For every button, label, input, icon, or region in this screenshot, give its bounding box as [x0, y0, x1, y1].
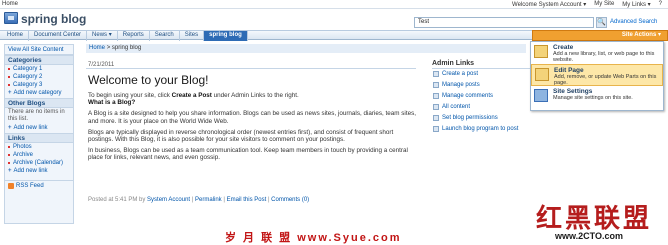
top-nav-tabs: Home Document Center News ▾ Reports Sear… [2, 31, 248, 41]
post-paragraph: A Blog is a site designed to help you sh… [88, 110, 416, 125]
comments-link[interactable]: Comments (0) [271, 197, 309, 203]
admin-link-label: All content [442, 104, 471, 110]
site-logo-icon [4, 12, 18, 24]
menu-item-create[interactable]: Create Add a new library, list, or web p… [531, 42, 663, 64]
intro-text-end: under Admin Links to the right. [211, 92, 299, 99]
welcome-menu[interactable]: Welcome System Account ▾ [512, 1, 586, 8]
edit-page-icon [535, 68, 549, 81]
menu-item-edit-page[interactable]: Edit Page Add, remove, or update Web Par… [531, 64, 663, 86]
tab-reports[interactable]: Reports [118, 31, 150, 41]
watermark-bottom: 岁 月 联 盟 www.Syue.com [225, 232, 402, 244]
add-category-link[interactable]: + Add new category [5, 89, 73, 98]
admin-link-label: Set blog permissions [442, 115, 498, 121]
post-title[interactable]: Welcome to your Blog! [88, 73, 209, 87]
comment-icon [433, 93, 439, 99]
links-header[interactable]: Links [5, 133, 73, 143]
post-divider [86, 68, 416, 69]
author-link[interactable]: System Account [147, 197, 190, 203]
tab-news[interactable]: News ▾ [87, 31, 118, 41]
menu-item-site-settings[interactable]: Site Settings Manage site settings on th… [531, 86, 663, 108]
post-intro: To begin using your site, click Create a… [88, 92, 418, 106]
add-link-link-2[interactable]: + Add new link [5, 167, 73, 176]
content-icon [433, 104, 439, 110]
my-links-menu[interactable]: My Links ▾ [622, 1, 650, 8]
add-icon: + [8, 168, 12, 174]
menu-item-title: Site Settings [553, 88, 593, 95]
permalink-link[interactable]: Permalink [195, 197, 222, 203]
menu-item-title: Edit Page [554, 67, 584, 74]
add-icon: + [8, 125, 12, 131]
categories-header[interactable]: Categories [5, 55, 73, 65]
tab-search[interactable]: Search [150, 31, 180, 41]
permissions-icon [433, 115, 439, 121]
post-paragraph: Blogs are typically displayed in reverse… [88, 128, 394, 144]
admin-link-launch-program[interactable]: Launch blog program to post [432, 124, 572, 135]
links-item[interactable]: Photos [5, 143, 73, 151]
post-subheading: What is a Blog? [88, 99, 136, 107]
tab-document-center[interactable]: Document Center [29, 31, 88, 41]
advanced-search-link[interactable]: Advanced Search [610, 19, 657, 25]
top-right-links: Welcome System Account ▾ My Site My Link… [512, 1, 662, 8]
post-footer: Posted at 5:41 PM by System Account | Pe… [88, 197, 310, 203]
posted-at: Posted at 5:41 PM by [88, 197, 148, 203]
email-post-link[interactable]: Email this Post [227, 197, 267, 203]
site-title[interactable]: spring blog [21, 12, 86, 26]
quick-launch: View All Site Content Categories Categor… [4, 44, 74, 224]
breadcrumb-current: spring blog [111, 45, 142, 51]
rss-feed-link[interactable]: RSS Feed [5, 180, 73, 191]
my-site-link[interactable]: My Site [594, 1, 614, 8]
rss-label: RSS Feed [16, 183, 44, 189]
breadcrumb: Home > spring blog [86, 44, 526, 53]
links-item[interactable]: Archive (Calendar) [5, 159, 73, 167]
category-item[interactable]: Category 1 [5, 65, 73, 73]
watermark-url: www.2CTO.com [555, 231, 624, 241]
tab-home[interactable]: Home [2, 31, 30, 41]
view-all-site-content-link[interactable]: View All Site Content [5, 45, 73, 55]
tab-spring-blog[interactable]: spring blog [204, 31, 248, 41]
site-actions-button[interactable]: Site Actions ▾ [532, 30, 668, 41]
intro-bold: Create a Post [171, 92, 212, 99]
add-link-label: Add new link [13, 168, 48, 174]
category-item[interactable]: Category 2 [5, 73, 73, 81]
tab-sites[interactable]: Sites [180, 31, 205, 41]
site-actions-menu: Create Add a new library, list, or web p… [530, 41, 664, 111]
post-paragraph: In business, Blogs can be used as a team… [88, 147, 408, 162]
links-item[interactable]: Archive [5, 151, 73, 159]
admin-link-label: Create a post [442, 71, 479, 77]
add-link-label: Add new link [13, 125, 48, 131]
admin-link-label: Launch blog program to post [442, 126, 519, 132]
menu-item-desc: Add a new library, list, or web page to … [553, 51, 655, 63]
post-icon [433, 71, 439, 77]
top-home-link[interactable]: Home [2, 1, 18, 7]
menu-item-desc: Manage site settings on this site. [553, 95, 633, 101]
site-settings-icon [534, 89, 548, 102]
intro-text: To begin using your site, click [88, 92, 172, 99]
admin-link-permissions[interactable]: Set blog permissions [432, 113, 572, 124]
breadcrumb-separator: > [106, 45, 111, 51]
search-button[interactable]: 🔍 [596, 17, 607, 28]
top-nav-bar: Home Document Center News ▾ Reports Sear… [0, 30, 668, 41]
help-icon[interactable]: ? [659, 1, 662, 8]
watermark-logo-text: 红黑联盟 [536, 204, 653, 234]
admin-link-label: Manage posts [442, 82, 480, 88]
breadcrumb-home[interactable]: Home [89, 45, 105, 51]
top-bar: Home Welcome System Account ▾ My Site My… [0, 0, 668, 9]
list-icon [433, 82, 439, 88]
other-blogs-empty-note: There are no items in this list. [8, 109, 65, 122]
post-body: To begin using your site, click Create a… [88, 92, 418, 166]
menu-item-title: Create [553, 44, 574, 51]
menu-item-desc: Add, remove, or update Web Parts on this… [554, 74, 657, 86]
add-category-label: Add new category [13, 90, 62, 96]
other-blogs-header[interactable]: Other Blogs [5, 98, 73, 108]
search-input[interactable]: Test [414, 17, 594, 28]
category-item[interactable]: Category 3 [5, 81, 73, 89]
create-icon [534, 45, 548, 58]
launch-icon [433, 126, 439, 132]
add-link-link[interactable]: + Add new link [5, 124, 73, 133]
rss-icon [8, 183, 14, 189]
add-icon: + [8, 90, 12, 96]
admin-link-label: Manage comments [442, 93, 494, 99]
